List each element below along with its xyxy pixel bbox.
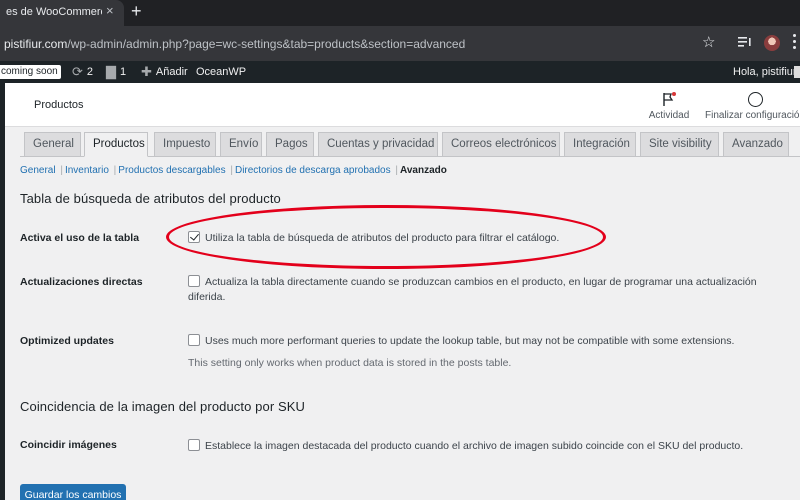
media-controls-icon[interactable] xyxy=(738,36,752,48)
comments-item[interactable]: ▇ 1 xyxy=(106,65,126,79)
tab-integracion[interactable]: Integración xyxy=(564,132,636,157)
setting-label-match-images: Coincidir imágenes xyxy=(20,439,117,451)
subsection-inventario[interactable]: Inventario xyxy=(65,165,109,176)
account-item[interactable]: Hola, pistifiur xyxy=(733,65,797,79)
tab-general[interactable]: General xyxy=(24,132,81,157)
new-tab-icon[interactable]: + xyxy=(131,1,142,22)
match-images-text[interactable]: Establece la imagen destacada del produc… xyxy=(205,440,743,452)
progress-circle-icon xyxy=(748,92,763,107)
setting-field-direct-updates: Actualiza la tabla directamente cuando s… xyxy=(188,275,788,305)
updates-icon: ⟳ xyxy=(72,64,83,79)
close-tab-icon[interactable]: × xyxy=(106,3,114,18)
subsection-general[interactable]: General xyxy=(20,165,56,176)
more-options-icon[interactable] xyxy=(793,34,797,52)
browser-tab[interactable]: es de WooCommerce ‹ × xyxy=(0,0,124,26)
separator: | xyxy=(60,165,63,176)
greeting-label: Hola, pistifiur xyxy=(733,66,797,78)
setting-label-optimized-updates: Optimized updates xyxy=(20,335,114,347)
updates-count: 2 xyxy=(86,66,94,78)
highlight-ellipse xyxy=(166,205,606,269)
setting-field-optimized-updates: Uses much more performant queries to upd… xyxy=(188,334,788,371)
subsection-descargables[interactable]: Productos descargables xyxy=(118,165,225,176)
finalize-setup-button[interactable]: Finalizar configuración xyxy=(705,92,800,121)
comments-icon: ▇ xyxy=(106,64,116,79)
wc-header: Productos Actividad Finalizar configurac… xyxy=(5,83,800,127)
address-bar[interactable]: pistifiur.com/wp-admin/admin.php?page=wc… xyxy=(0,26,800,61)
plus-icon: ✚ xyxy=(141,64,152,79)
url-text[interactable]: pistifiur.com/wp-admin/admin.php?page=wc… xyxy=(4,37,465,51)
url-path: /wp-admin/admin.php?page=wc-settings&tab… xyxy=(67,37,466,51)
subsection-avanzado: Avanzado xyxy=(400,165,447,176)
browser-tab-bar: es de WooCommerce ‹ × + xyxy=(0,0,800,26)
updates-item[interactable]: ⟳ 2 xyxy=(72,65,93,79)
optimized-updates-text[interactable]: Uses much more performant queries to upd… xyxy=(205,335,734,347)
tab-avanzado[interactable]: Avanzado xyxy=(723,132,789,157)
wp-admin-bar: coming soon ⟳ 2 ▇ 1 ✚ Añadir OceanWP Hol… xyxy=(0,61,800,83)
bookmark-star-icon[interactable]: ☆ xyxy=(702,33,715,51)
separator: | xyxy=(230,165,233,176)
section-heading-sku-image: Coincidencia de la imagen del producto p… xyxy=(20,399,305,414)
flag-icon xyxy=(663,92,676,106)
theme-label: OceanWP xyxy=(196,66,247,78)
tab-pagos[interactable]: Pagos xyxy=(266,132,314,157)
optimized-updates-checkbox[interactable] xyxy=(188,334,200,346)
coming-soon-badge[interactable]: coming soon xyxy=(0,65,61,79)
sidebar-current-indicator xyxy=(5,232,13,248)
setting-label-enable-table: Activa el uso de la tabla xyxy=(20,232,140,244)
separator: | xyxy=(395,165,399,176)
admin-sidebar-edge xyxy=(0,83,5,500)
page-title: Productos xyxy=(34,99,84,111)
settings-nav-tabs: General Productos Impuesto Envío Pagos C… xyxy=(20,132,800,157)
section-heading-lookup-table: Tabla de búsqueda de atributos del produ… xyxy=(20,191,281,206)
profile-avatar-icon[interactable] xyxy=(764,35,780,51)
tab-site-visibility[interactable]: Site visibility xyxy=(640,132,719,157)
match-images-checkbox[interactable] xyxy=(188,439,200,451)
admin-avatar[interactable] xyxy=(794,66,800,78)
save-changes-button[interactable]: Guardar los cambios xyxy=(20,484,126,500)
subsection-directorios[interactable]: Directorios de descarga aprobados xyxy=(235,165,391,176)
browser-tab-title: es de WooCommerce ‹ xyxy=(6,6,102,18)
tab-envio[interactable]: Envío xyxy=(220,132,262,157)
comments-count: 1 xyxy=(120,66,127,78)
activity-button[interactable]: Actividad xyxy=(648,92,690,121)
add-new-item[interactable]: ✚ Añadir xyxy=(141,65,188,79)
tab-cuentas-privacidad[interactable]: Cuentas y privacidad xyxy=(318,132,438,157)
optimized-updates-description: This setting only works when product dat… xyxy=(188,357,512,369)
tab-correos[interactable]: Correos electrónicos xyxy=(442,132,560,157)
add-new-label: Añadir xyxy=(155,66,188,78)
separator: | xyxy=(113,165,117,176)
theme-item[interactable]: OceanWP xyxy=(196,65,246,79)
tab-productos[interactable]: Productos xyxy=(84,132,148,157)
direct-updates-checkbox[interactable] xyxy=(188,275,200,287)
setting-field-match-images: Establece la imagen destacada del produc… xyxy=(188,439,788,454)
url-host: pistifiur.com xyxy=(4,37,68,51)
subsection-links: General | Inventario | Productos descargab… xyxy=(20,165,447,176)
finalize-label: Finalizar configuración xyxy=(705,110,800,121)
tab-impuesto[interactable]: Impuesto xyxy=(154,132,216,157)
activity-label: Actividad xyxy=(648,110,690,121)
direct-updates-text[interactable]: Actualiza la tabla directamente cuando s… xyxy=(188,276,757,303)
setting-label-direct-updates: Actualizaciones directas xyxy=(20,276,143,288)
